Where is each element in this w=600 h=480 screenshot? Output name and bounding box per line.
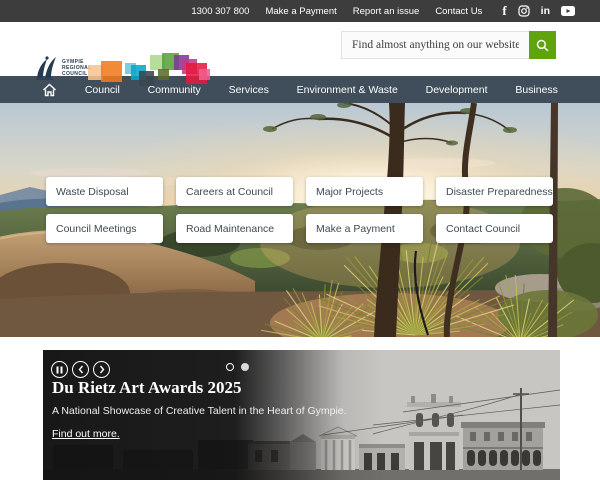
instagram-icon[interactable] xyxy=(518,5,530,17)
social-links: f in xyxy=(502,3,575,19)
carousel-controls xyxy=(51,361,110,378)
topbar-report-an-issue[interactable]: Report an issue xyxy=(353,6,420,17)
hero-banner: Waste Disposal Careers at Council Major … xyxy=(0,103,600,337)
slide-subtitle: A National Showcase of Creative Talent i… xyxy=(52,405,347,417)
phone-number[interactable]: 1300 307 800 xyxy=(191,6,249,17)
council-emblem-icon xyxy=(36,56,56,80)
nav-business[interactable]: Business xyxy=(515,84,558,96)
nav-home[interactable] xyxy=(42,83,57,97)
pause-button[interactable] xyxy=(51,361,68,378)
site-header: GYMPIE REGIONAL COUNCIL xyxy=(0,22,600,86)
logo-color-blocks-icon xyxy=(88,52,218,92)
previous-slide-button[interactable] xyxy=(72,361,89,378)
carousel-dot-1[interactable] xyxy=(226,363,234,371)
site-search xyxy=(341,31,556,59)
council-logo[interactable]: GYMPIE REGIONAL COUNCIL xyxy=(33,54,92,82)
nav-services[interactable]: Services xyxy=(229,84,269,96)
slide-title: Du Rietz Art Awards 2025 xyxy=(52,378,242,397)
quicklink-waste-disposal[interactable]: Waste Disposal xyxy=(46,177,163,206)
carousel-dots xyxy=(226,363,249,371)
search-icon xyxy=(536,39,549,52)
pause-icon xyxy=(56,366,63,373)
nav-development[interactable]: Development xyxy=(426,84,488,96)
topbar-make-a-payment[interactable]: Make a Payment xyxy=(265,6,336,17)
news-carousel: Du Rietz Art Awards 2025 A National Show… xyxy=(43,350,560,480)
quicklink-make-a-payment[interactable]: Make a Payment xyxy=(306,214,423,243)
chevron-left-icon xyxy=(78,365,83,374)
chevron-right-icon xyxy=(99,365,104,374)
linkedin-icon[interactable]: in xyxy=(541,5,550,17)
topbar-contact-us[interactable]: Contact Us xyxy=(435,6,482,17)
nav-environment-waste[interactable]: Environment & Waste xyxy=(297,84,398,96)
quick-links: Waste Disposal Careers at Council Major … xyxy=(46,177,553,243)
home-icon xyxy=(43,83,56,96)
search-button[interactable] xyxy=(529,31,556,59)
quicklink-disaster-preparedness[interactable]: Disaster Preparedness xyxy=(436,177,553,206)
quicklink-contact-council[interactable]: Contact Council xyxy=(436,214,553,243)
find-out-more-link[interactable]: Find out more. xyxy=(52,428,120,440)
facebook-icon[interactable]: f xyxy=(502,3,506,19)
quicklink-major-projects[interactable]: Major Projects xyxy=(306,177,423,206)
youtube-icon[interactable] xyxy=(561,6,575,16)
search-input[interactable] xyxy=(341,31,529,59)
quicklink-council-meetings[interactable]: Council Meetings xyxy=(46,214,163,243)
next-slide-button[interactable] xyxy=(93,361,110,378)
quicklink-careers-at-council[interactable]: Careers at Council xyxy=(176,177,293,206)
carousel-slide-content: Du Rietz Art Awards 2025 A National Show… xyxy=(43,350,560,480)
carousel-dot-2[interactable] xyxy=(241,363,249,371)
quicklink-road-maintenance[interactable]: Road Maintenance xyxy=(176,214,293,243)
top-utility-bar: 1300 307 800 Make a Payment Report an is… xyxy=(0,0,600,22)
